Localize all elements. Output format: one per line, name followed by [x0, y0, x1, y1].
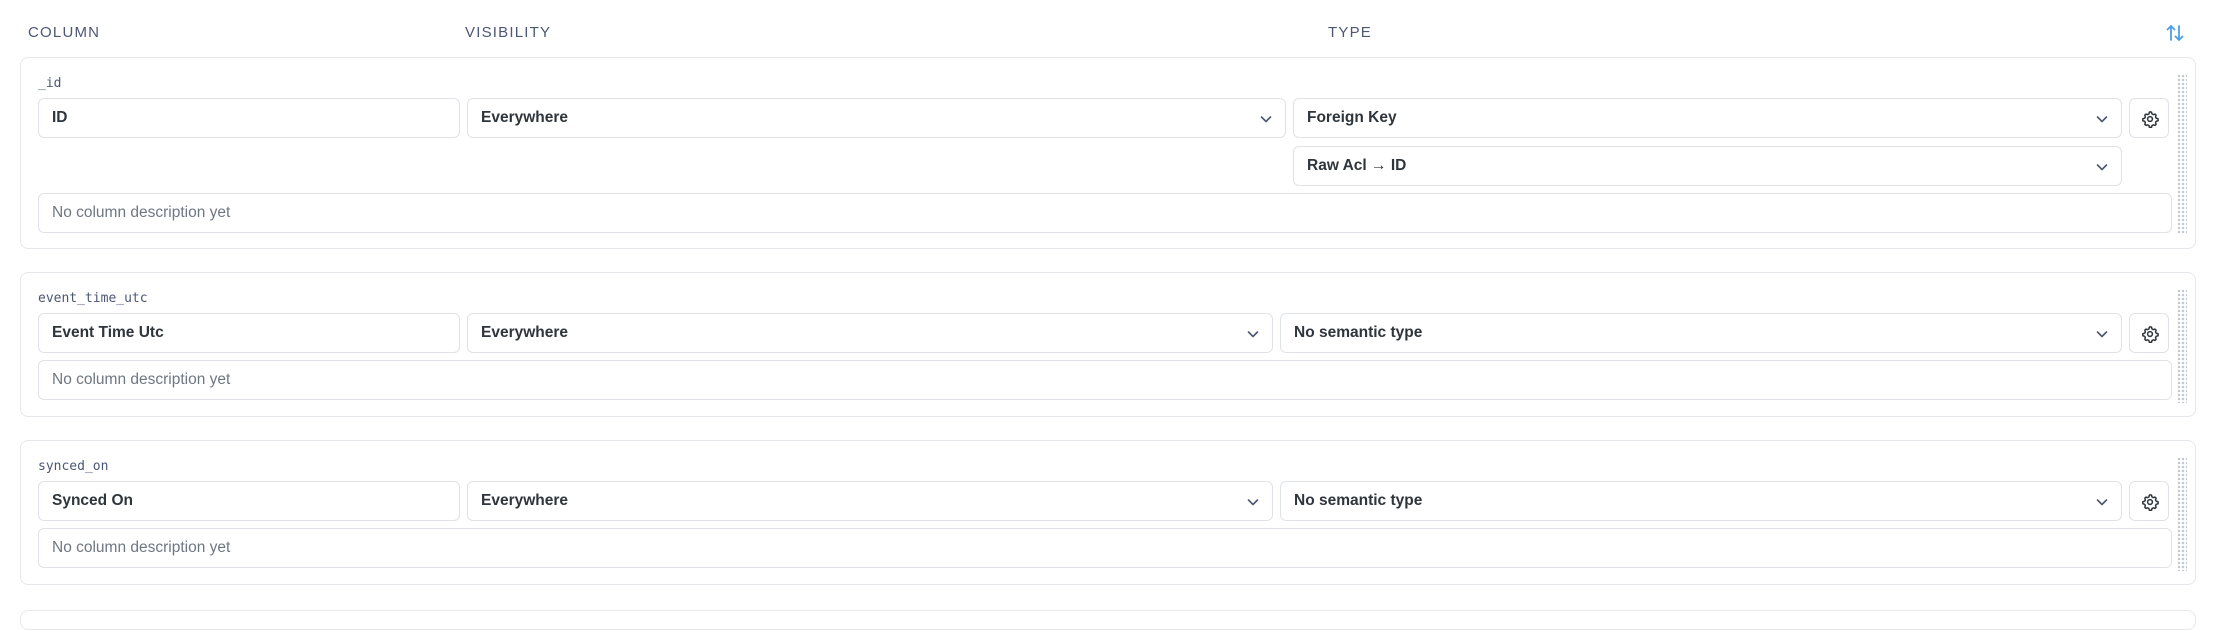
- chevron-down-icon: [2096, 499, 2108, 506]
- fk-target-select-value: Raw Acl → ID: [1307, 157, 1407, 174]
- visibility-header-label: VISIBILITY: [465, 24, 552, 41]
- drag-handle[interactable]: [2177, 74, 2187, 234]
- semantic-type-select-value: No semantic type: [1294, 492, 1423, 509]
- semantic-type-select[interactable]: Foreign Key: [1293, 98, 2122, 138]
- column-settings-button[interactable]: [2129, 313, 2169, 353]
- column-description-input[interactable]: No column description yet: [38, 193, 2172, 233]
- column-list-header: COLUMN VISIBILITY TYPE: [0, 0, 2218, 60]
- chevron-down-icon: [1247, 331, 1259, 338]
- visibility-select[interactable]: Everywhere: [467, 98, 1286, 138]
- drag-handle[interactable]: [2177, 289, 2187, 403]
- visibility-select[interactable]: Everywhere: [467, 481, 1273, 521]
- column-card-partial: [20, 610, 2196, 630]
- column-card: _id ID Everywhere Foreign Key Raw Acl → …: [20, 57, 2196, 249]
- column-raw-name: _id: [38, 76, 62, 91]
- gear-icon: [2142, 326, 2159, 343]
- display-name-input[interactable]: Synced On: [38, 481, 460, 521]
- display-name-input[interactable]: ID: [38, 98, 460, 138]
- semantic-type-select-value: Foreign Key: [1307, 109, 1397, 126]
- type-header-label: TYPE: [1328, 24, 1372, 41]
- column-raw-name: synced_on: [38, 459, 109, 474]
- chevron-down-icon: [1247, 499, 1259, 506]
- sort-arrows-icon[interactable]: [2163, 21, 2187, 45]
- semantic-type-select[interactable]: No semantic type: [1280, 481, 2122, 521]
- gear-icon: [2142, 111, 2159, 128]
- gear-icon: [2142, 494, 2159, 511]
- semantic-type-select[interactable]: No semantic type: [1280, 313, 2122, 353]
- fk-target-select[interactable]: Raw Acl → ID: [1293, 146, 2122, 186]
- semantic-type-select-value: No semantic type: [1294, 324, 1423, 341]
- column-header-label: COLUMN: [28, 24, 101, 41]
- column-settings-button[interactable]: [2129, 481, 2169, 521]
- drag-handle[interactable]: [2177, 457, 2187, 571]
- column-raw-name: event_time_utc: [38, 291, 148, 306]
- chevron-down-icon: [2096, 164, 2108, 171]
- column-description-input[interactable]: No column description yet: [38, 528, 2172, 568]
- display-name-input[interactable]: Event Time Utc: [38, 313, 460, 353]
- column-settings-button[interactable]: [2129, 98, 2169, 138]
- chevron-down-icon: [2096, 116, 2108, 123]
- visibility-select-value: Everywhere: [481, 324, 569, 341]
- chevron-down-icon: [2096, 331, 2108, 338]
- column-card: event_time_utc Event Time Utc Everywhere…: [20, 272, 2196, 417]
- column-card: synced_on Synced On Everywhere No semant…: [20, 440, 2196, 585]
- chevron-down-icon: [1260, 116, 1272, 123]
- visibility-select-value: Everywhere: [481, 492, 569, 509]
- visibility-select-value: Everywhere: [481, 109, 569, 126]
- column-description-input[interactable]: No column description yet: [38, 360, 2172, 400]
- visibility-select[interactable]: Everywhere: [467, 313, 1273, 353]
